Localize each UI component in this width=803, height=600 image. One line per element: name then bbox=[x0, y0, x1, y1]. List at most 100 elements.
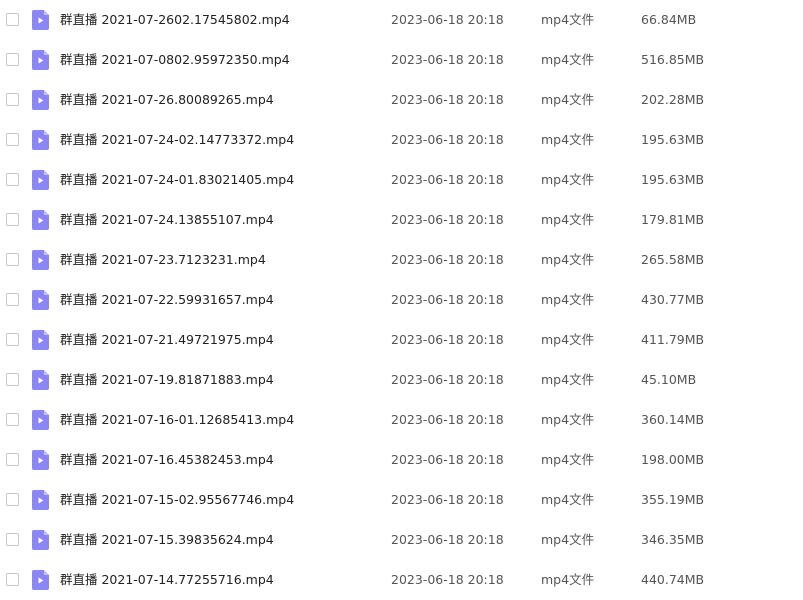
file-type: mp4文件 bbox=[541, 12, 595, 27]
file-type: mp4文件 bbox=[541, 132, 595, 147]
file-type: mp4文件 bbox=[541, 212, 595, 227]
file-type: mp4文件 bbox=[541, 452, 595, 467]
file-size: 45.10MB bbox=[641, 372, 697, 387]
video-file-icon bbox=[32, 410, 49, 430]
file-name[interactable]: 群直播 2021-07-23.7123231.mp4 bbox=[60, 251, 266, 269]
row-checkbox[interactable] bbox=[6, 453, 19, 466]
file-name[interactable]: 群直播 2021-07-24.13855107.mp4 bbox=[60, 211, 274, 229]
file-name[interactable]: 群直播 2021-07-16.45382453.mp4 bbox=[60, 451, 274, 469]
video-file-icon bbox=[32, 330, 49, 350]
row-checkbox[interactable] bbox=[6, 253, 19, 266]
file-modified-date: 2023-06-18 20:18 bbox=[391, 132, 504, 147]
file-row[interactable]: 群直播 2021-07-2602.17545802.mp4 2023-06-18… bbox=[0, 0, 803, 40]
file-row[interactable]: 群直播 2021-07-19.81871883.mp4 2023-06-18 2… bbox=[0, 360, 803, 400]
file-size: 440.74MB bbox=[641, 572, 705, 587]
video-file-icon bbox=[32, 90, 49, 110]
file-size: 179.81MB bbox=[641, 212, 705, 227]
row-checkbox[interactable] bbox=[6, 53, 19, 66]
file-name[interactable]: 群直播 2021-07-19.81871883.mp4 bbox=[60, 371, 274, 389]
video-file-icon bbox=[32, 450, 49, 470]
file-modified-date: 2023-06-18 20:18 bbox=[391, 372, 504, 387]
file-type: mp4文件 bbox=[541, 52, 595, 67]
file-name[interactable]: 群直播 2021-07-22.59931657.mp4 bbox=[60, 291, 274, 309]
video-file-icon bbox=[32, 250, 49, 270]
file-size: 516.85MB bbox=[641, 52, 705, 67]
file-row[interactable]: 群直播 2021-07-15-02.95567746.mp4 2023-06-1… bbox=[0, 480, 803, 520]
file-row[interactable]: 群直播 2021-07-21.49721975.mp4 2023-06-18 2… bbox=[0, 320, 803, 360]
file-modified-date: 2023-06-18 20:18 bbox=[391, 452, 504, 467]
file-name[interactable]: 群直播 2021-07-15.39835624.mp4 bbox=[60, 531, 274, 549]
row-checkbox[interactable] bbox=[6, 333, 19, 346]
row-checkbox[interactable] bbox=[6, 413, 19, 426]
file-size: 195.63MB bbox=[641, 172, 705, 187]
file-name[interactable]: 群直播 2021-07-15-02.95567746.mp4 bbox=[60, 491, 294, 509]
file-name[interactable]: 群直播 2021-07-0802.95972350.mp4 bbox=[60, 51, 290, 69]
file-name[interactable]: 群直播 2021-07-16-01.12685413.mp4 bbox=[60, 411, 294, 429]
video-file-icon bbox=[32, 530, 49, 550]
file-size: 66.84MB bbox=[641, 12, 697, 27]
file-row[interactable]: 群直播 2021-07-0802.95972350.mp4 2023-06-18… bbox=[0, 40, 803, 80]
file-size: 346.35MB bbox=[641, 532, 705, 547]
file-modified-date: 2023-06-18 20:18 bbox=[391, 492, 504, 507]
row-checkbox[interactable] bbox=[6, 173, 19, 186]
file-size: 265.58MB bbox=[641, 252, 705, 267]
row-checkbox[interactable] bbox=[6, 533, 19, 546]
file-modified-date: 2023-06-18 20:18 bbox=[391, 252, 504, 267]
file-modified-date: 2023-06-18 20:18 bbox=[391, 212, 504, 227]
file-size: 195.63MB bbox=[641, 132, 705, 147]
file-modified-date: 2023-06-18 20:18 bbox=[391, 572, 504, 587]
file-name[interactable]: 群直播 2021-07-2602.17545802.mp4 bbox=[60, 11, 290, 29]
row-checkbox[interactable] bbox=[6, 93, 19, 106]
file-name[interactable]: 群直播 2021-07-26.80089265.mp4 bbox=[60, 91, 274, 109]
video-file-icon bbox=[32, 570, 49, 590]
file-type: mp4文件 bbox=[541, 572, 595, 587]
file-modified-date: 2023-06-18 20:18 bbox=[391, 52, 504, 67]
file-size: 355.19MB bbox=[641, 492, 705, 507]
video-file-icon bbox=[32, 210, 49, 230]
file-modified-date: 2023-06-18 20:18 bbox=[391, 412, 504, 427]
file-row[interactable]: 群直播 2021-07-15.39835624.mp4 2023-06-18 2… bbox=[0, 520, 803, 560]
row-checkbox[interactable] bbox=[6, 573, 19, 586]
row-checkbox[interactable] bbox=[6, 373, 19, 386]
file-type: mp4文件 bbox=[541, 292, 595, 307]
file-type: mp4文件 bbox=[541, 252, 595, 267]
file-name[interactable]: 群直播 2021-07-14.77255716.mp4 bbox=[60, 571, 274, 589]
row-checkbox[interactable] bbox=[6, 293, 19, 306]
file-type: mp4文件 bbox=[541, 492, 595, 507]
video-file-icon bbox=[32, 370, 49, 390]
file-row[interactable]: 群直播 2021-07-24-01.83021405.mp4 2023-06-1… bbox=[0, 160, 803, 200]
file-modified-date: 2023-06-18 20:18 bbox=[391, 12, 504, 27]
file-type: mp4文件 bbox=[541, 92, 595, 107]
video-file-icon bbox=[32, 170, 49, 190]
file-name[interactable]: 群直播 2021-07-21.49721975.mp4 bbox=[60, 331, 274, 349]
video-file-icon bbox=[32, 490, 49, 510]
file-size: 198.00MB bbox=[641, 452, 705, 467]
row-checkbox[interactable] bbox=[6, 493, 19, 506]
file-name[interactable]: 群直播 2021-07-24-02.14773372.mp4 bbox=[60, 131, 294, 149]
file-row[interactable]: 群直播 2021-07-23.7123231.mp4 2023-06-18 20… bbox=[0, 240, 803, 280]
file-list: 群直播 2021-07-2602.17545802.mp4 2023-06-18… bbox=[0, 0, 803, 598]
file-row[interactable]: 群直播 2021-07-22.59931657.mp4 2023-06-18 2… bbox=[0, 280, 803, 320]
file-modified-date: 2023-06-18 20:18 bbox=[391, 92, 504, 107]
file-row[interactable]: 群直播 2021-07-26.80089265.mp4 2023-06-18 2… bbox=[0, 80, 803, 120]
file-size: 360.14MB bbox=[641, 412, 705, 427]
file-size: 430.77MB bbox=[641, 292, 705, 307]
file-type: mp4文件 bbox=[541, 372, 595, 387]
file-size: 202.28MB bbox=[641, 92, 705, 107]
file-row[interactable]: 群直播 2021-07-16.45382453.mp4 2023-06-18 2… bbox=[0, 440, 803, 480]
file-row[interactable]: 群直播 2021-07-16-01.12685413.mp4 2023-06-1… bbox=[0, 400, 803, 440]
file-row[interactable]: 群直播 2021-07-14.77255716.mp4 2023-06-18 2… bbox=[0, 560, 803, 600]
file-row[interactable]: 群直播 2021-07-24-02.14773372.mp4 2023-06-1… bbox=[0, 120, 803, 160]
file-type: mp4文件 bbox=[541, 332, 595, 347]
video-file-icon bbox=[32, 130, 49, 150]
file-name[interactable]: 群直播 2021-07-24-01.83021405.mp4 bbox=[60, 171, 294, 189]
file-type: mp4文件 bbox=[541, 412, 595, 427]
file-size: 411.79MB bbox=[641, 332, 705, 347]
row-checkbox[interactable] bbox=[6, 13, 19, 26]
file-type: mp4文件 bbox=[541, 172, 595, 187]
row-checkbox[interactable] bbox=[6, 133, 19, 146]
row-checkbox[interactable] bbox=[6, 213, 19, 226]
file-type: mp4文件 bbox=[541, 532, 595, 547]
file-row[interactable]: 群直播 2021-07-24.13855107.mp4 2023-06-18 2… bbox=[0, 200, 803, 240]
video-file-icon bbox=[32, 290, 49, 310]
